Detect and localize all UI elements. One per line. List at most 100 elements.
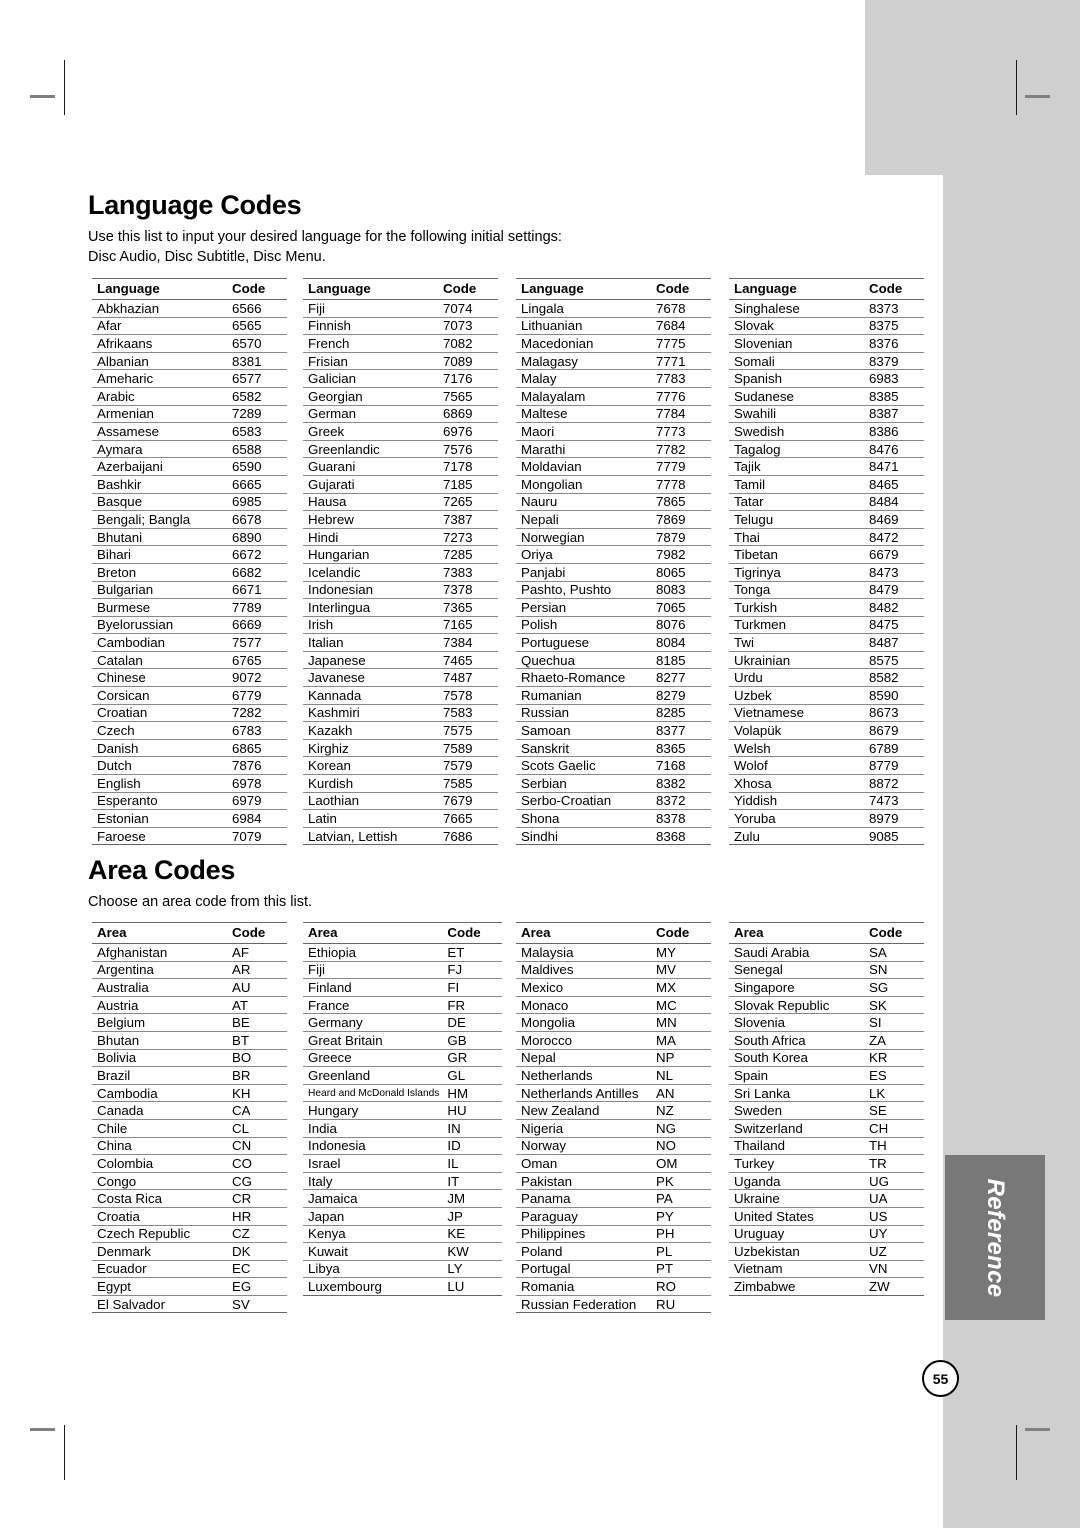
row-name-cell: Ameharic <box>92 369 224 388</box>
row-name-cell: Afghanistan <box>92 943 224 962</box>
row-code-cell: 8185 <box>648 651 711 670</box>
row-code-cell: SN <box>861 961 924 980</box>
row-code-cell: 7378 <box>435 581 498 600</box>
row-code-cell: 7678 <box>648 299 711 318</box>
row-code-cell: 7865 <box>648 493 711 512</box>
row-code-cell: 6588 <box>224 440 287 459</box>
row-code-cell: 7089 <box>435 352 498 371</box>
table-row: Abkhazian 6566 <box>92 299 287 318</box>
table-row: Burmese 7789 <box>92 598 287 617</box>
row-name-cell: Congo <box>92 1172 224 1191</box>
row-name-cell: Afrikaans <box>92 334 224 353</box>
row-code-cell: NO <box>648 1137 711 1156</box>
row-code-cell: CA <box>224 1101 287 1120</box>
row-code-cell: 8473 <box>861 563 924 582</box>
row-code-cell: 8484 <box>861 493 924 512</box>
row-code-cell: 6789 <box>861 739 924 758</box>
table-row: Korean 7579 <box>303 756 498 776</box>
column-header-code: Code <box>439 922 503 944</box>
table-row: Latin 7665 <box>303 809 498 828</box>
row-code-cell: 8779 <box>861 756 924 776</box>
table-row: Sindhi 8368 <box>516 827 711 846</box>
table-row: Afar 6565 <box>92 317 287 336</box>
table-row: Hindi 7273 <box>303 528 498 547</box>
table-row: Afghanistan AF <box>92 943 287 962</box>
row-name-cell: Fiji <box>303 961 440 980</box>
row-code-cell: SI <box>861 1013 924 1032</box>
row-code-cell: SE <box>861 1101 924 1120</box>
reference-side-tab-label: Reference <box>982 1178 1009 1297</box>
row-code-cell: 8076 <box>648 616 711 635</box>
row-name-cell: Australia <box>92 978 224 997</box>
page-content: Language Codes Use this list to input yo… <box>0 0 943 1528</box>
row-code-cell: 7265 <box>435 493 498 512</box>
row-name-cell: Mongolia <box>516 1013 648 1032</box>
row-name-cell: Tibetan <box>729 545 861 564</box>
row-name-cell: Afar <box>92 317 224 336</box>
table-row: Nigeria NG <box>516 1119 711 1138</box>
table-header-row: Area Code <box>92 922 287 944</box>
table-row: Icelandic 7383 <box>303 563 498 582</box>
table-row: Malagasy 7771 <box>516 352 711 371</box>
row-name-cell: Heard and McDonald Islands <box>303 1084 440 1103</box>
row-name-cell: Cambodian <box>92 633 224 652</box>
row-code-cell: 7065 <box>648 598 711 617</box>
row-code-cell: HU <box>439 1101 503 1120</box>
language-code-table-column-4: Language Code Singhalese 8373 Slovak 8375 Slov… <box>729 278 924 846</box>
row-name-cell: Morocco <box>516 1031 648 1050</box>
row-name-cell: Estonian <box>92 809 224 828</box>
table-row: Russian 8285 <box>516 704 711 723</box>
row-name-cell: Greenlandic <box>303 440 435 459</box>
row-name-cell: Russian <box>516 704 648 723</box>
table-row: Czech 6783 <box>92 721 287 740</box>
row-name-cell: Croatia <box>92 1207 224 1226</box>
row-name-cell: Brazil <box>92 1066 224 1085</box>
row-name-cell: Swedish <box>729 422 861 441</box>
row-code-cell: CZ <box>224 1225 287 1244</box>
table-row <box>303 1295 502 1312</box>
row-name-cell: Telugu <box>729 510 861 529</box>
table-row: Panama PA <box>516 1189 711 1208</box>
row-name-cell: Arabic <box>92 387 224 406</box>
row-name-cell: Kannada <box>303 686 435 705</box>
row-code-cell: 9085 <box>861 827 924 846</box>
row-code-cell: TR <box>861 1154 924 1173</box>
column-header-code: Code <box>648 278 711 300</box>
row-code-cell: 6978 <box>224 774 287 793</box>
table-row: Czech Republic CZ <box>92 1225 287 1244</box>
row-code-cell: 8385 <box>861 387 924 406</box>
table-row: Kurdish 7585 <box>303 774 498 793</box>
row-code-cell: BE <box>224 1013 287 1032</box>
table-row: Italy IT <box>303 1172 503 1191</box>
table-row: Breton 6682 <box>92 563 287 582</box>
row-code-cell: PL <box>648 1242 711 1261</box>
table-row: Ukraine UA <box>729 1189 924 1208</box>
row-name-cell: Spanish <box>729 369 861 388</box>
row-name-cell: Bihari <box>92 545 224 564</box>
row-code-cell: 6865 <box>224 739 287 758</box>
row-code-cell: 7982 <box>648 545 711 564</box>
row-code-cell: FI <box>439 978 503 997</box>
row-code-cell: CN <box>224 1137 287 1156</box>
row-code-cell: 6779 <box>224 686 287 705</box>
row-name-cell: Vietnam <box>729 1260 861 1279</box>
table-row: Bengali; Bangla 6678 <box>92 510 287 529</box>
row-code-cell: 7282 <box>224 704 287 723</box>
row-code-cell: 8285 <box>648 704 711 723</box>
row-name-cell: Senegal <box>729 961 861 980</box>
table-header-row: Area Code <box>516 922 711 944</box>
row-code-cell: 7783 <box>648 369 711 388</box>
row-code-cell: NL <box>648 1066 711 1085</box>
table-row: Malayalam 7776 <box>516 387 711 406</box>
row-code-cell: 7074 <box>435 299 498 318</box>
row-code-cell: DK <box>224 1242 287 1261</box>
row-spacer-cell <box>439 1295 502 1312</box>
row-name-cell: Rumanian <box>516 686 648 705</box>
row-code-cell: KE <box>439 1225 503 1244</box>
row-name-cell: Nepali <box>516 510 648 529</box>
row-code-cell: 6765 <box>224 651 287 670</box>
table-row: China CN <box>92 1137 287 1156</box>
row-name-cell: Moldavian <box>516 457 648 476</box>
row-code-cell: 7079 <box>224 827 287 846</box>
row-name-cell: South Africa <box>729 1031 861 1050</box>
